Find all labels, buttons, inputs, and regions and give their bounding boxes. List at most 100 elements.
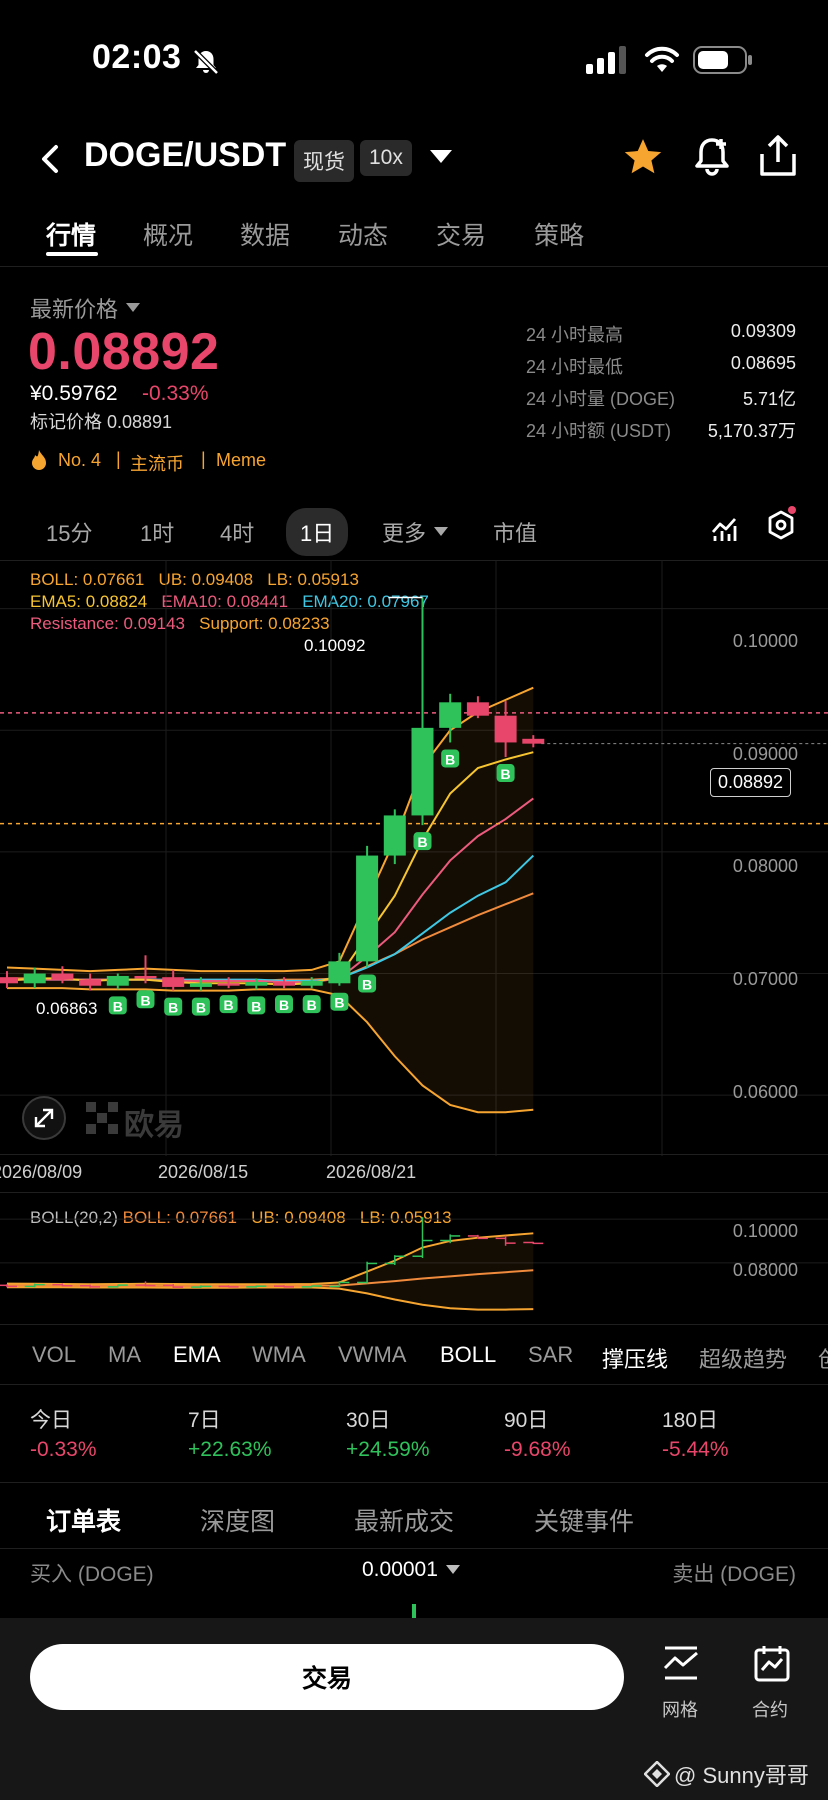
indicator-vwma[interactable]: VWMA (338, 1342, 406, 1368)
y-axis-tick: 0.10000 (732, 631, 798, 651)
indicator-ema[interactable]: EMA (173, 1342, 221, 1368)
buy-signal-label: B (168, 1000, 178, 1016)
y-axis-tick: 0.06000 (732, 1082, 798, 1102)
watermark: @ Sunny哥哥 (644, 1758, 809, 1790)
candle-body (106, 975, 129, 986)
contract-label[interactable]: 合约 (752, 1696, 788, 1722)
trade-button[interactable]: 交易 (30, 1644, 624, 1710)
perf-value-180d: -5.44% (662, 1438, 729, 1461)
indicator-chart-icon[interactable] (710, 514, 738, 542)
mainstream-tag[interactable]: 主流币 (130, 450, 184, 476)
mark-price: 标记价格 0.08891 (30, 412, 173, 432)
indicator-supertrend[interactable]: 超级趋势 (699, 1342, 787, 1374)
buy-signal-label: B (362, 976, 372, 992)
meme-tag[interactable]: Meme (216, 450, 266, 471)
perf-value-30d: +24.59% (346, 1438, 430, 1461)
indicator-wma[interactable]: WMA (252, 1342, 306, 1368)
candle-body (494, 715, 517, 743)
candle-body (522, 738, 545, 744)
timeframe-more[interactable]: 更多 (382, 516, 449, 548)
candle-body (0, 977, 18, 984)
timeframe-15m[interactable]: 15分 (46, 516, 92, 548)
indicator-sar[interactable]: SAR (528, 1342, 573, 1368)
candle-body (217, 983, 240, 986)
alert-bell-icon[interactable] (692, 134, 732, 178)
bell-muted-icon (193, 49, 219, 75)
tab-latest-trades[interactable]: 最新成交 (354, 1502, 454, 1538)
perf-value-7d: +22.63% (188, 1438, 272, 1461)
indicator-support-resistance[interactable]: 撑压线 (602, 1342, 668, 1374)
sell-column-label: 卖出 (DOGE) (672, 1563, 796, 1586)
watermark-text: @ Sunny哥哥 (674, 1763, 809, 1788)
stat-value-high: 0.09309 (730, 321, 796, 341)
subchart-divider (0, 1192, 828, 1193)
y-axis-tick: 0.09000 (732, 744, 798, 764)
wifi-icon (645, 46, 679, 72)
chart-settings-icon[interactable] (765, 506, 797, 542)
tab-key-events[interactable]: 关键事件 (534, 1502, 634, 1538)
subchart-band-area (7, 1233, 534, 1310)
tab-strategy[interactable]: 策略 (534, 216, 584, 252)
price-type-selector[interactable]: 最新价格 (30, 292, 141, 324)
expand-icon (34, 1108, 54, 1128)
indicator-overflow[interactable]: 创 (818, 1342, 828, 1374)
x-axis-tick: 2026/08/09 (0, 1162, 83, 1182)
tab-news[interactable]: 动态 (338, 216, 388, 252)
chevron-down-icon[interactable] (430, 150, 452, 164)
fullscreen-button[interactable] (22, 1096, 66, 1140)
grid-button[interactable] (658, 1644, 704, 1687)
stat-label-low: 24 小时最低 (526, 357, 624, 377)
candle-body (383, 815, 406, 856)
buy-signal-label: B (334, 995, 344, 1011)
perf-label-90d: 90日 (504, 1409, 549, 1432)
timeframe-4h[interactable]: 4时 (220, 516, 254, 548)
active-tab-indicator (46, 252, 98, 256)
buy-signal-label: B (224, 997, 234, 1013)
tab-trade[interactable]: 交易 (436, 216, 486, 252)
tab-orderbook[interactable]: 订单表 (46, 1502, 121, 1538)
status-time: 02:03 (92, 38, 182, 76)
stat-label-volume: 24 小时量 (DOGE) (526, 389, 676, 409)
perf-label-7d: 7日 (188, 1409, 221, 1432)
contract-button[interactable] (752, 1644, 792, 1687)
share-icon[interactable] (758, 134, 798, 178)
candle-body (162, 977, 185, 987)
buy-signal-label: B (307, 997, 317, 1013)
buy-column-label: 买入 (DOGE) (30, 1563, 154, 1586)
timeframe-1d[interactable]: 1日 (286, 508, 349, 556)
indicator-vol[interactable]: VOL (32, 1342, 76, 1368)
cny-price: ¥0.59762 (30, 382, 118, 405)
tab-depth[interactable]: 深度图 (200, 1502, 275, 1538)
tab-market[interactable]: 行情 (46, 216, 96, 252)
orderbook-header-divider (0, 1548, 828, 1549)
grid-icon (663, 1646, 698, 1680)
candle-body (273, 982, 295, 986)
spot-badge: 现货 (294, 140, 354, 182)
timeframe-marketcap[interactable]: 市值 (493, 516, 537, 548)
stat-value-volume: 5.71亿 (742, 389, 796, 409)
buy-signal-label: B (501, 766, 511, 782)
boll-subchart[interactable] (0, 1194, 828, 1324)
caret-down-icon (445, 1565, 460, 1574)
grid-label[interactable]: 网格 (662, 1696, 698, 1722)
precision-selector[interactable]: 0.00001 (362, 1558, 460, 1582)
back-arrow-icon[interactable] (38, 143, 62, 175)
candle-body (300, 980, 323, 986)
rank-tag[interactable]: No. 4 (58, 450, 101, 471)
battery-icon (693, 46, 752, 74)
candlestick-chart[interactable]: B B B B B B B B B B B B B (0, 560, 828, 1156)
tab-data[interactable]: 数据 (240, 216, 290, 252)
perf-value-90d: -9.68% (504, 1438, 571, 1461)
buy-signal-label: B (113, 998, 123, 1014)
pair-title[interactable]: DOGE/USDT (84, 136, 286, 175)
stat-label-turnover: 24 小时额 (USDT) (526, 421, 672, 441)
xaxis-divider (0, 1154, 828, 1155)
star-icon[interactable] (622, 136, 664, 178)
tab-overview[interactable]: 概况 (143, 216, 193, 252)
candle-body (439, 702, 462, 728)
indicator-boll[interactable]: BOLL (440, 1342, 496, 1368)
timeframe-1h[interactable]: 1时 (140, 516, 174, 548)
y-axis-tick: 0.08000 (732, 856, 798, 876)
buy-signal-label: B (279, 997, 289, 1013)
indicator-ma[interactable]: MA (108, 1342, 141, 1368)
